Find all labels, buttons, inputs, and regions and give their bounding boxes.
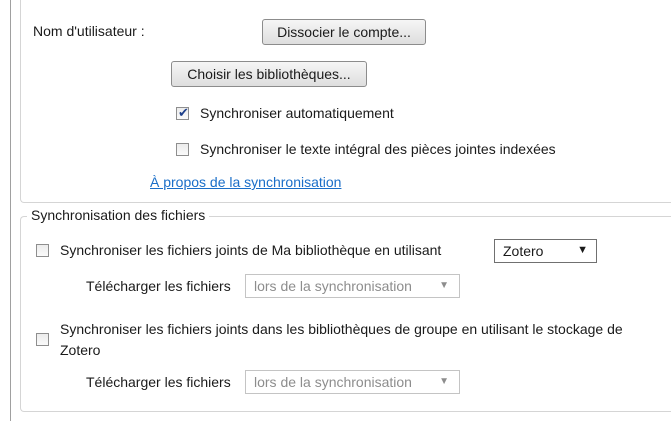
auto-sync-label: Synchroniser automatiquement [200, 105, 394, 121]
about-sync-link[interactable]: À propos de la synchronisation [150, 174, 341, 190]
group-file-sync-checkbox[interactable] [36, 333, 49, 346]
my-library-file-sync-label: Synchroniser les fichiers joints de Ma b… [60, 242, 442, 258]
group-file-sync-label-line1: Synchroniser les fichiers joints dans le… [60, 321, 623, 337]
group-download-mode-select[interactable]: lors de la synchronisation ▼ [245, 370, 460, 394]
group-file-sync-label-line2: Zotero [60, 342, 101, 358]
chevron-down-icon: ▼ [439, 376, 449, 387]
group-download-mode-value: lors de la synchronisation [254, 374, 412, 390]
my-library-file-sync-checkbox[interactable] [36, 244, 49, 257]
username-label: Nom d'utilisateur : [33, 23, 145, 39]
unlink-account-button[interactable]: Dissocier le compte... [262, 19, 426, 45]
download-mode-select[interactable]: lors de la synchronisation ▼ [245, 274, 460, 298]
fulltext-sync-label: Synchroniser le texte intégral des pièce… [200, 141, 556, 157]
group-download-label: Télécharger les fichiers [86, 374, 231, 390]
chevron-down-icon: ▼ [439, 280, 449, 291]
choose-libraries-button[interactable]: Choisir les bibliothèques... [171, 61, 367, 87]
download-mode-value: lors de la synchronisation [254, 278, 412, 294]
fulltext-sync-checkbox[interactable] [176, 143, 189, 156]
auto-sync-checkbox[interactable]: ✔ [176, 105, 189, 120]
storage-select-value: Zotero [503, 243, 544, 259]
checkmark-icon: ✔ [178, 105, 189, 120]
file-sync-legend: Synchronisation des fichiers [27, 207, 210, 223]
download-label: Télécharger les fichiers [86, 278, 231, 294]
chevron-down-icon: ▼ [577, 244, 588, 256]
storage-select[interactable]: Zotero ▼ [494, 239, 597, 263]
